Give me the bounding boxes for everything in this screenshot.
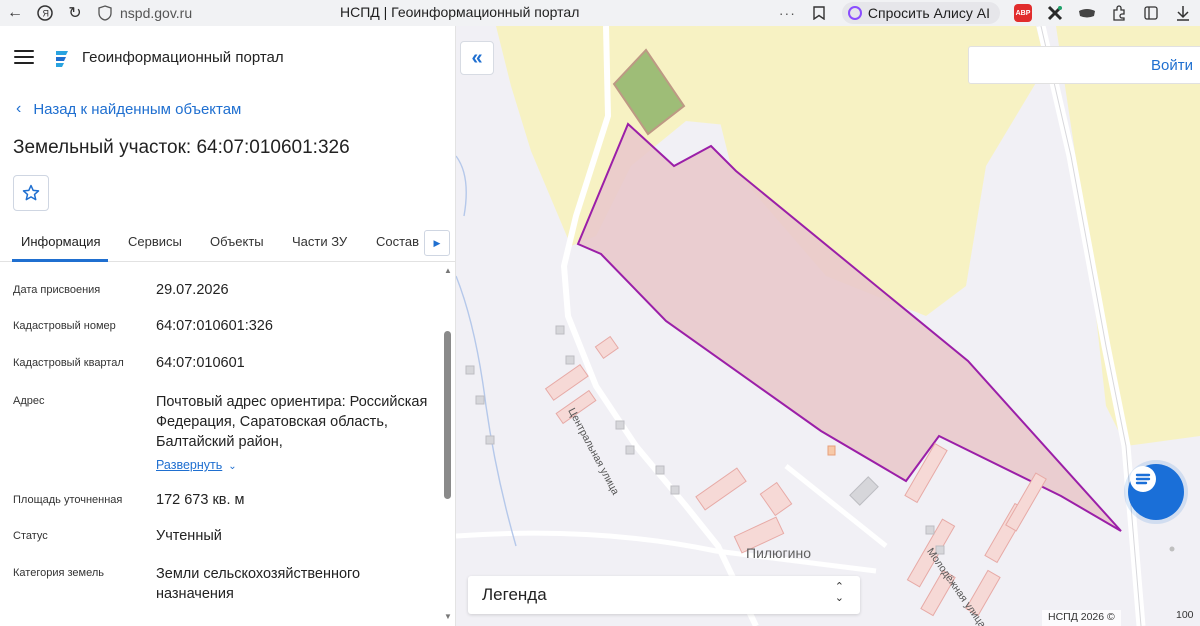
- chevron-left-icon: ‹: [16, 100, 22, 117]
- browser-toolbar: ← Я ↻ nspd.gov.ru НСПД | Геоинформационн…: [0, 0, 1200, 26]
- scrollbar[interactable]: ▲ ▼: [442, 266, 452, 622]
- small-building: [827, 445, 836, 456]
- object-title: Земельный участок: 64:07:010601:326: [13, 137, 350, 158]
- map-canvas[interactable]: [456, 26, 1200, 626]
- download-icon[interactable]: [1174, 4, 1192, 22]
- tab-composition[interactable]: Состав: [376, 234, 419, 249]
- tab-information[interactable]: Информация: [21, 234, 101, 249]
- bookmark-icon[interactable]: [810, 4, 828, 22]
- row-label: Площадь уточненная: [13, 494, 123, 506]
- map-view[interactable]: Пилюгино Центральная улица Молодёжная ул…: [456, 26, 1200, 626]
- tab-title: НСПД | Геоинформационный портал: [340, 4, 580, 20]
- attribute-list: Дата присвоения 29.07.2026 Кадастровый н…: [0, 266, 440, 626]
- expand-link-label: Развернуть: [156, 458, 223, 472]
- row-value: 172 673 кв. м: [156, 492, 245, 508]
- row-value: 64:07:010601:326: [156, 318, 273, 334]
- chat-icon: [1130, 466, 1156, 492]
- collapse-panel-button[interactable]: «: [460, 41, 494, 75]
- portal-title: Геоинформационный портал: [82, 49, 284, 66]
- alice-icon: [847, 6, 862, 20]
- expand-address-link[interactable]: Развернуть ⌄: [156, 456, 237, 474]
- back-to-results-link[interactable]: ‹ Назад к найденным объектам: [16, 100, 241, 118]
- legend-toggle-icon[interactable]: ⌃ ⌄: [835, 582, 844, 604]
- tab-bar: Информация Сервисы Объекты Части ЗУ Сост…: [0, 226, 456, 262]
- sidebar-toggle-icon[interactable]: [1142, 4, 1160, 22]
- field-area: [1056, 26, 1200, 446]
- alice-label: Спросить Алису AI: [867, 5, 990, 21]
- info-panel: Геоинформационный портал ‹ Назад к найде…: [0, 26, 456, 626]
- portal-header: Геоинформационный портал: [0, 26, 456, 88]
- address-bar[interactable]: nspd.gov.ru: [90, 0, 320, 26]
- village-label: Пилюгино: [746, 545, 811, 561]
- legend-label: Легенда: [482, 585, 547, 604]
- chat-button[interactable]: [1128, 464, 1184, 520]
- legend-panel[interactable]: Легенда ⌃ ⌄: [468, 576, 860, 614]
- back-arrow-icon[interactable]: ←: [0, 0, 30, 26]
- row-label: Кадастровый квартал: [13, 357, 124, 369]
- scroll-down-icon[interactable]: ▼: [444, 612, 452, 621]
- row-label: Дата присвоения: [13, 284, 101, 296]
- menu-icon[interactable]: [14, 50, 34, 64]
- map-dot: [1169, 546, 1175, 552]
- shield-icon: [98, 5, 112, 21]
- active-tab-indicator: [12, 259, 108, 262]
- reload-icon[interactable]: ↻: [60, 0, 90, 26]
- tab-parcel-parts[interactable]: Части ЗУ: [292, 234, 347, 249]
- row-value: 64:07:010601: [156, 355, 245, 371]
- yandex-home-icon[interactable]: Я: [30, 0, 60, 26]
- row-label: Адрес: [13, 395, 45, 407]
- tabs-scroll-right-icon[interactable]: ▶: [424, 230, 450, 256]
- scale-label: 100: [1176, 609, 1194, 621]
- tab-services[interactable]: Сервисы: [128, 234, 182, 249]
- extension-hat-icon[interactable]: [1078, 4, 1096, 22]
- road: [456, 530, 877, 574]
- favorite-button[interactable]: [13, 175, 49, 211]
- scrollbar-thumb[interactable]: [444, 331, 451, 499]
- row-value: 29.07.2026: [156, 282, 229, 298]
- address-text: nspd.gov.ru: [120, 5, 193, 21]
- row-label: Кадастровый номер: [13, 320, 116, 332]
- road: [784, 464, 888, 548]
- login-button[interactable]: Войти: [1151, 57, 1193, 74]
- tab-objects[interactable]: Объекты: [210, 234, 264, 249]
- back-link-label: Назад к найденным объектам: [33, 100, 242, 118]
- extension-x-icon[interactable]: [1046, 4, 1064, 22]
- extensions-puzzle-icon[interactable]: [1110, 4, 1128, 22]
- row-label: Статус: [13, 530, 48, 542]
- row-value: Земли сельскохозяйственного назначения: [156, 566, 361, 602]
- row-label: Категория земель: [13, 567, 104, 579]
- row-value: Учтенный: [156, 528, 222, 544]
- scroll-up-icon[interactable]: ▲: [444, 266, 452, 275]
- chevron-down-icon: ⌄: [228, 461, 237, 472]
- login-bar[interactable]: Войти: [968, 46, 1200, 84]
- river: [456, 155, 517, 547]
- svg-text:Я: Я: [43, 9, 50, 19]
- star-icon: [22, 184, 40, 201]
- portal-logo-icon: [56, 51, 68, 67]
- row-value: Почтовый адрес ориентира: Российская Фед…: [156, 394, 428, 450]
- adblock-icon[interactable]: ABP: [1014, 4, 1032, 22]
- ask-alice-button[interactable]: Спросить Алису AI: [841, 2, 1000, 24]
- map-copyright: НСПД 2026 ©: [1042, 610, 1121, 626]
- more-menu-icon[interactable]: ···: [779, 5, 796, 21]
